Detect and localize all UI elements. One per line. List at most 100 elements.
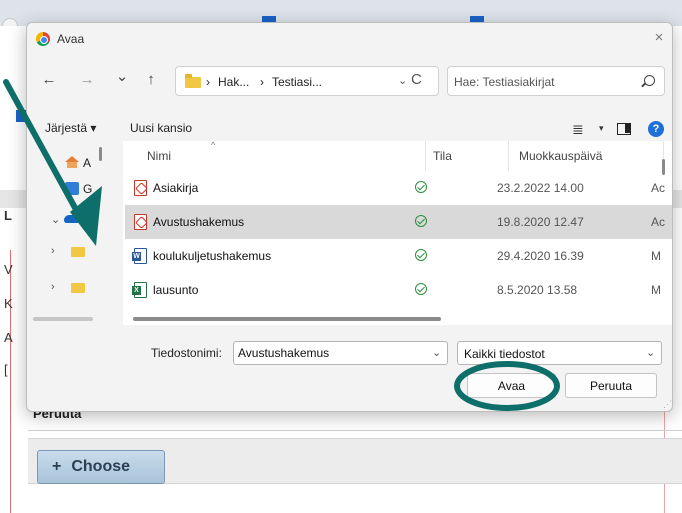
breadcrumb-separator: ›	[260, 75, 264, 89]
file-name: koulukuljetushakemus	[153, 249, 272, 263]
page-text-fragment: A	[4, 330, 13, 345]
chevron-down-icon: ▾	[90, 121, 97, 135]
file-list: ^ Nimi Tila Muokkauspäivä Ty Asiakirja 2…	[123, 140, 672, 325]
nav-item-onedrive[interactable]: ⌄ H	[27, 209, 109, 231]
column-header-name[interactable]: Nimi	[147, 149, 171, 163]
dialog-title: Avaa	[57, 32, 85, 46]
page-divider	[28, 430, 682, 431]
page-text-fragment: [	[4, 362, 8, 377]
nav-item-gallery[interactable]: G	[27, 179, 109, 201]
command-bar: Järjestä ▾ Uusi kansio ≣ ▾ ?	[27, 115, 672, 141]
synced-check-icon	[415, 215, 427, 227]
gallery-icon	[65, 182, 79, 195]
nav-item-folder[interactable]: ›	[27, 277, 109, 299]
recent-locations-icon[interactable]: ⌄	[112, 67, 132, 85]
column-header-modified[interactable]: Muokkauspäivä	[519, 149, 602, 163]
nav-item-home[interactable]: A	[27, 153, 109, 175]
file-name: Asiakirja	[153, 181, 199, 195]
word-file-icon	[132, 248, 147, 264]
file-row[interactable]: koulukuljetushakemus 29.4.2020 16.39 M	[125, 239, 672, 273]
close-icon[interactable]: ×	[650, 29, 668, 47]
navigation-bar: ← → ⌄ ↑ › Hak... › Testiasi... ⌄ C	[27, 61, 672, 101]
onedrive-cloud-icon	[64, 215, 80, 223]
page-text-fragment: K	[4, 296, 13, 311]
file-modified-date: 29.4.2020 16.39	[497, 249, 584, 263]
synced-check-icon	[415, 249, 427, 261]
search-box[interactable]	[447, 66, 665, 96]
view-options-icon[interactable]: ≣	[572, 121, 584, 138]
choose-file-button[interactable]: + Choose	[37, 450, 165, 484]
column-divider[interactable]	[425, 141, 426, 171]
file-name: lausunto	[153, 283, 199, 297]
organize-label: Järjestä	[45, 121, 88, 135]
filename-label: Tiedostonimi:	[151, 346, 222, 360]
file-type: Ac	[651, 181, 666, 195]
pdf-file-icon	[134, 214, 147, 230]
nav-pane-scroll-thumb[interactable]	[33, 317, 93, 321]
resize-grip-icon[interactable]: ⋰	[663, 399, 672, 410]
column-header-status[interactable]: Tila	[433, 149, 452, 163]
forward-arrow-icon[interactable]: →	[77, 71, 97, 88]
choose-label: Choose	[71, 458, 131, 475]
up-arrow-icon[interactable]: ↑	[141, 71, 161, 88]
file-list-header: ^ Nimi Tila Muokkauspäivä Ty	[123, 140, 672, 175]
folder-icon	[71, 283, 85, 293]
chevron-down-icon[interactable]: ⌄	[51, 213, 60, 226]
nav-item-folder[interactable]: ›	[27, 241, 109, 263]
file-modified-date: 23.2.2022 14.00	[497, 181, 584, 195]
chevron-down-icon[interactable]: ⌄	[646, 346, 655, 359]
preview-pane-icon[interactable]	[617, 123, 631, 135]
page-red-border	[10, 250, 11, 513]
synced-check-icon	[415, 181, 427, 193]
nav-item-label: H	[83, 212, 92, 226]
file-type-select[interactable]: Kaikki tiedostot ⌄	[457, 341, 662, 365]
chevron-down-icon[interactable]: ⌄	[432, 346, 441, 359]
file-list-scroll-thumb[interactable]	[133, 317, 441, 321]
horizontal-scrollbar[interactable]	[27, 313, 672, 325]
file-type-value: Kaikki tiedostot	[464, 347, 545, 361]
dialog-titlebar: Avaa ×	[27, 23, 672, 55]
breadcrumb-separator: ›	[206, 75, 210, 89]
column-divider[interactable]	[508, 141, 509, 171]
help-icon[interactable]: ?	[648, 121, 664, 137]
file-type: Ac	[651, 215, 666, 229]
open-file-dialog: Avaa × ← → ⌄ ↑ › Hak... › Testiasi... ⌄ …	[26, 22, 673, 412]
nav-pane-scrollbar[interactable]	[99, 147, 102, 161]
cancel-button[interactable]: Peruuta	[565, 373, 657, 398]
sort-ascending-icon: ^	[211, 140, 216, 150]
file-name: Avustushakemus	[153, 215, 245, 229]
file-modified-date: 19.8.2020 12.47	[497, 215, 584, 229]
excel-file-icon	[132, 282, 147, 298]
filename-input[interactable]	[238, 345, 418, 361]
folder-icon	[71, 247, 85, 257]
chrome-icon	[36, 32, 50, 46]
pdf-file-icon	[134, 180, 147, 196]
nav-item-label: G	[83, 182, 93, 196]
new-folder-button[interactable]: Uusi kansio	[130, 121, 192, 135]
chevron-down-icon[interactable]: ⌄	[398, 74, 407, 87]
chevron-right-icon[interactable]: ›	[51, 245, 55, 257]
synced-check-icon	[415, 283, 427, 295]
page-text-fragment: L	[4, 208, 12, 223]
breadcrumb-item[interactable]: Hak...	[218, 75, 249, 89]
refresh-icon[interactable]: C	[411, 71, 422, 88]
file-modified-date: 8.5.2020 13.58	[497, 283, 578, 297]
open-button[interactable]: Avaa	[467, 373, 556, 398]
home-icon	[65, 156, 79, 168]
chevron-down-icon[interactable]: ▾	[599, 123, 604, 134]
file-row-selected[interactable]: Avustushakemus 19.8.2020 12.47 Ac	[125, 205, 672, 239]
filename-combobox[interactable]: ⌄	[233, 341, 448, 365]
file-row[interactable]: Asiakirja 23.2.2022 14.00 Ac	[125, 171, 672, 205]
search-input[interactable]	[454, 73, 634, 91]
back-arrow-icon[interactable]: ←	[39, 71, 59, 88]
navigation-pane: A G ⌄ H › ›	[27, 141, 109, 325]
organize-menu[interactable]: Järjestä ▾	[45, 121, 96, 135]
nav-item-label: A	[83, 156, 92, 170]
breadcrumb-item[interactable]: Testiasi...	[272, 75, 322, 89]
address-bar[interactable]: › Hak... › Testiasi... ⌄	[175, 66, 439, 96]
file-row[interactable]: lausunto 8.5.2020 13.58 M	[125, 273, 672, 307]
chevron-right-icon[interactable]: ›	[51, 281, 55, 293]
search-icon[interactable]	[644, 75, 655, 86]
file-type: M	[651, 249, 661, 263]
folder-icon	[185, 74, 201, 88]
